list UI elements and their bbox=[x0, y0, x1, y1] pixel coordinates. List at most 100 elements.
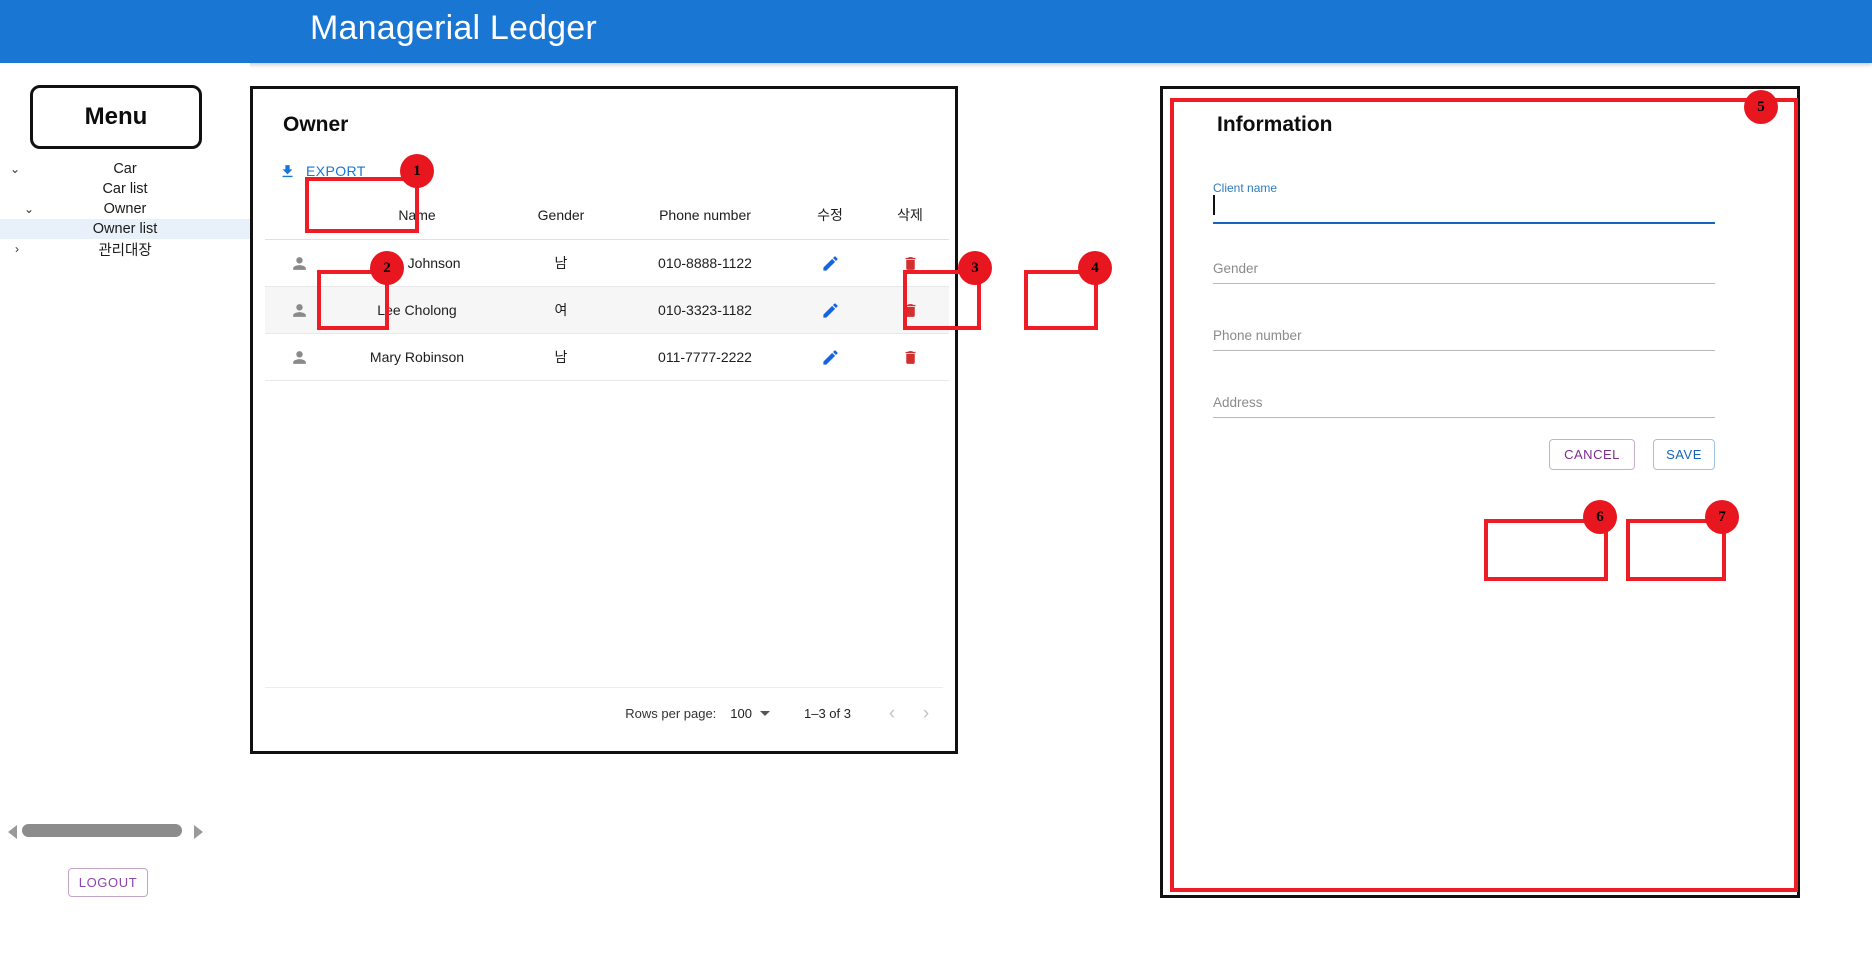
table-row[interactable]: John Johnson 남 010-8888-1122 bbox=[265, 239, 949, 287]
sidebar-item-label: Owner list bbox=[92, 221, 158, 237]
address-field[interactable]: Address bbox=[1213, 395, 1715, 418]
annotation-badge-1: 1 bbox=[400, 154, 434, 188]
person-icon bbox=[265, 254, 333, 273]
chevron-right-icon[interactable]: › bbox=[10, 242, 24, 256]
annotation-badge-5: 5 bbox=[1744, 90, 1778, 124]
edit-pencil-icon[interactable] bbox=[789, 348, 871, 367]
previous-page-button[interactable]: ‹ bbox=[875, 697, 909, 731]
menu-header-box: Menu bbox=[30, 85, 202, 149]
trash-icon[interactable] bbox=[871, 302, 949, 319]
export-button-label: EXPORT bbox=[306, 163, 366, 179]
chevron-down-icon[interactable]: ⌄ bbox=[22, 202, 36, 216]
page-title: Managerial Ledger bbox=[310, 9, 597, 47]
sidebar-item-label: Owner bbox=[103, 201, 147, 217]
owner-table: Name Gender Phone number 수정 삭제 John John… bbox=[265, 191, 949, 381]
phone-number-label: Phone number bbox=[1213, 328, 1302, 343]
menu-label: Menu bbox=[84, 103, 148, 130]
row-avatar-cell[interactable] bbox=[265, 239, 333, 287]
next-page-button[interactable]: › bbox=[909, 697, 943, 731]
cell-phone: 010-3323-1182 bbox=[621, 286, 789, 334]
cancel-button[interactable]: CANCEL bbox=[1549, 439, 1635, 470]
logout-button-label: LOGOUT bbox=[78, 875, 138, 890]
sidebar-item-label: Car bbox=[113, 161, 137, 177]
pagination-range-label: 1–3 of 3 bbox=[804, 706, 851, 721]
gender-underline bbox=[1213, 283, 1715, 284]
cell-name: Mary Robinson bbox=[333, 333, 501, 381]
trash-icon[interactable] bbox=[871, 255, 949, 272]
person-icon bbox=[265, 348, 333, 367]
gender-field[interactable]: Gender bbox=[1213, 261, 1715, 284]
address-underline bbox=[1213, 417, 1715, 418]
logout-button[interactable]: LOGOUT bbox=[68, 868, 148, 897]
column-header-phone: Phone number bbox=[621, 191, 789, 240]
sidebar-item-gwanridaejang[interactable]: › 관리대장 bbox=[0, 239, 250, 259]
app-root: Managerial Ledger Menu ⌄ Car Car list ⌄ … bbox=[0, 0, 1872, 955]
cell-delete[interactable] bbox=[871, 239, 949, 287]
export-button[interactable]: EXPORT bbox=[265, 151, 380, 191]
download-icon bbox=[279, 163, 296, 180]
rows-per-page-select[interactable]: 100 bbox=[730, 706, 770, 721]
sidebar-item-owner[interactable]: ⌄ Owner bbox=[0, 199, 250, 219]
annotation-badge-6: 6 bbox=[1583, 500, 1617, 534]
client-name-input[interactable] bbox=[1213, 195, 1715, 215]
table-row[interactable]: Mary Robinson 남 011-7777-2222 bbox=[265, 333, 949, 381]
row-avatar-cell[interactable] bbox=[265, 286, 333, 334]
cell-gender: 남 bbox=[501, 333, 621, 381]
table-pagination-footer: Rows per page: 100 1–3 of 3 ‹ › bbox=[265, 687, 943, 739]
column-header-delete: 삭제 bbox=[871, 191, 949, 240]
column-header-avatar bbox=[265, 191, 333, 240]
client-name-underline bbox=[1213, 222, 1715, 224]
owner-table-body: John Johnson 남 010-8888-1122 Lee Cholong… bbox=[265, 239, 949, 381]
sidebar: Menu ⌄ Car Car list ⌄ Owner Owner list ›… bbox=[0, 63, 250, 955]
column-header-name: Name bbox=[333, 191, 501, 240]
cell-phone: 011-7777-2222 bbox=[621, 333, 789, 381]
cell-gender: 여 bbox=[501, 286, 621, 334]
cell-edit[interactable] bbox=[789, 333, 871, 381]
scroll-right-arrow-icon[interactable] bbox=[194, 825, 203, 839]
cell-edit[interactable] bbox=[789, 286, 871, 334]
edit-pencil-icon[interactable] bbox=[789, 301, 871, 320]
information-card-title: Information bbox=[1217, 113, 1333, 136]
information-card: Information Client name Gender Phone num… bbox=[1160, 86, 1800, 898]
sidebar-horizontal-scrollbar[interactable] bbox=[0, 821, 212, 843]
chevron-down-icon[interactable]: ⌄ bbox=[8, 162, 22, 176]
client-name-field[interactable]: Client name bbox=[1213, 181, 1715, 224]
sidebar-item-label: Car list bbox=[102, 181, 148, 197]
scroll-left-arrow-icon[interactable] bbox=[8, 825, 17, 839]
cell-delete[interactable] bbox=[871, 333, 949, 381]
sidebar-item-owner-list[interactable]: Owner list bbox=[0, 219, 250, 239]
phone-number-underline bbox=[1213, 350, 1715, 351]
cancel-button-label: CANCEL bbox=[1564, 447, 1620, 462]
owner-card-title: Owner bbox=[283, 113, 349, 136]
annotation-badge-4: 4 bbox=[1078, 251, 1112, 285]
address-label: Address bbox=[1213, 395, 1263, 410]
cell-delete[interactable] bbox=[871, 286, 949, 334]
cell-gender: 남 bbox=[501, 239, 621, 287]
cell-phone: 010-8888-1122 bbox=[621, 239, 789, 287]
information-form-actions: CANCEL SAVE bbox=[1213, 439, 1715, 470]
sidebar-nav-tree: ⌄ Car Car list ⌄ Owner Owner list › 관리대장 bbox=[0, 159, 250, 259]
annotation-badge-2: 2 bbox=[370, 251, 404, 285]
person-icon bbox=[265, 301, 333, 320]
scrollbar-thumb[interactable] bbox=[22, 824, 182, 837]
rows-per-page-label: Rows per page: bbox=[625, 706, 717, 721]
column-header-edit: 수정 bbox=[789, 191, 871, 240]
table-header-row: Name Gender Phone number 수정 삭제 bbox=[265, 191, 949, 240]
owner-list-card: Owner EXPORT Name Gender Phone number 수정 bbox=[250, 86, 958, 754]
save-button-label: SAVE bbox=[1666, 447, 1702, 462]
sidebar-item-car[interactable]: ⌄ Car bbox=[0, 159, 250, 179]
table-row[interactable]: Lee Cholong 여 010-3323-1182 bbox=[265, 286, 949, 334]
client-name-label: Client name bbox=[1213, 181, 1278, 195]
chevron-down-icon bbox=[760, 711, 770, 716]
gender-label: Gender bbox=[1213, 261, 1259, 276]
sidebar-item-car-list[interactable]: Car list bbox=[0, 179, 250, 199]
annotation-badge-7: 7 bbox=[1705, 500, 1739, 534]
cell-name: John Johnson bbox=[333, 239, 501, 287]
row-avatar-cell[interactable] bbox=[265, 333, 333, 381]
trash-icon[interactable] bbox=[871, 349, 949, 366]
cell-edit[interactable] bbox=[789, 239, 871, 287]
phone-number-field[interactable]: Phone number bbox=[1213, 328, 1715, 351]
save-button[interactable]: SAVE bbox=[1653, 439, 1715, 470]
owner-table-wrap: Name Gender Phone number 수정 삭제 John John… bbox=[265, 191, 949, 381]
edit-pencil-icon[interactable] bbox=[789, 254, 871, 273]
